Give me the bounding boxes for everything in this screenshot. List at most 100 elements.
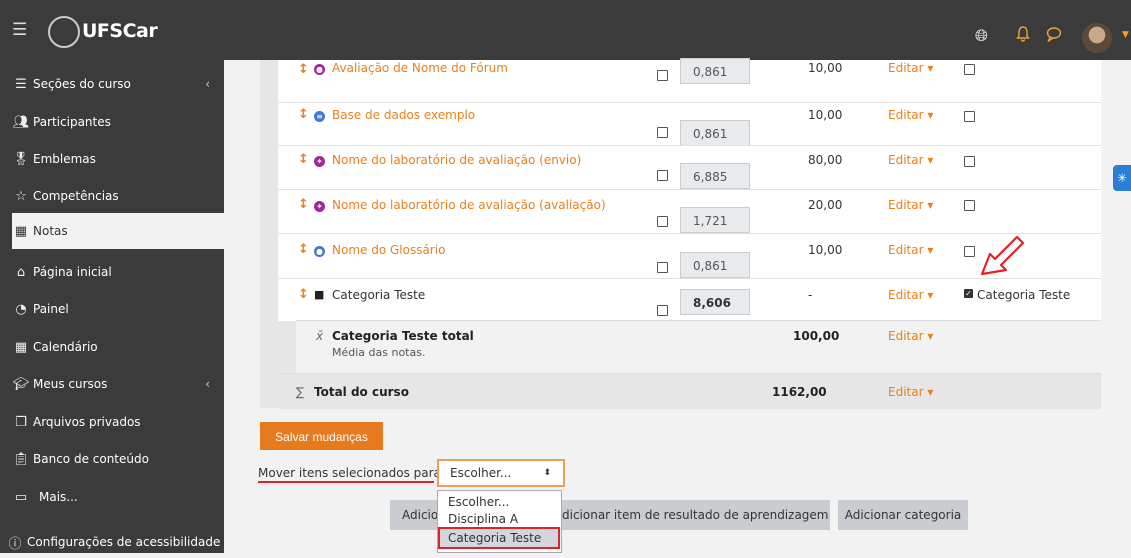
sidebar-item-competencias[interactable]: ☆ Competências xyxy=(12,180,224,212)
sidebar-item-pagina-inicial[interactable]: ⌂ Página inicial xyxy=(12,256,224,288)
category-total-max: 100,00 xyxy=(793,329,840,343)
sidebar-item-arquivos[interactable]: ❐ Arquivos privados xyxy=(12,406,224,438)
chevron-left-icon[interactable]: ‹ xyxy=(205,377,210,391)
files-icon: ❐ xyxy=(15,414,27,430)
sidebar-item-banco[interactable]: 📋︎ Banco de conteúdo xyxy=(12,443,224,475)
glossary-icon: ● xyxy=(314,246,325,257)
select-item-checkbox[interactable] xyxy=(964,156,975,167)
gauge-icon: ◔ xyxy=(15,301,27,317)
select-category-label: Categoria Teste xyxy=(977,288,1071,302)
weight-override-checkbox[interactable] xyxy=(657,170,668,181)
add-category-button[interactable]: Adicionar categoria xyxy=(838,500,968,530)
select-arrows-icon: ⬍ xyxy=(543,468,551,478)
accessibility-widget-icon[interactable]: ✳ xyxy=(1113,165,1131,191)
forum-icon: ● xyxy=(314,64,325,75)
option-escolher[interactable]: Escolher... xyxy=(448,495,509,509)
weight-input[interactable]: 0,861 xyxy=(680,120,750,146)
weight-override-checkbox[interactable] xyxy=(657,70,668,81)
sidebar-item-label: Participantes xyxy=(33,115,111,129)
sidebar-item-calendario[interactable]: ▦ Calendário xyxy=(12,331,224,363)
user-avatar[interactable] xyxy=(1082,23,1112,53)
sidebar-item-label: Meus cursos xyxy=(33,377,108,391)
option-categoria-teste[interactable]: Categoria Teste xyxy=(448,531,541,545)
select-item-checkbox[interactable] xyxy=(964,111,975,122)
move-icon[interactable]: ↕ xyxy=(298,197,309,212)
database-icon: ≡ xyxy=(314,111,325,122)
move-target-select[interactable]: Escolher... ⬍ xyxy=(437,459,565,487)
logo-text: UFSCar xyxy=(82,20,158,42)
weight-override-checkbox[interactable] xyxy=(657,127,668,138)
language-globe-icon[interactable]: 🌐︎ xyxy=(975,26,988,46)
item-name-link[interactable]: Nome do laboratório de avaliação (envio) xyxy=(332,153,581,167)
move-icon[interactable]: ↕ xyxy=(298,107,309,122)
sidebar-item-label: Seções do curso xyxy=(33,77,131,91)
category-total-aggregation: Média das notas. xyxy=(332,346,426,359)
max-grade: 10,00 xyxy=(808,108,843,122)
move-icon[interactable]: ↕ xyxy=(298,287,309,302)
edit-menu[interactable]: Editar ▾ xyxy=(888,153,933,167)
weight-input[interactable]: 1,721 xyxy=(680,207,750,233)
sidebar-item-mais[interactable]: ▭ Mais... xyxy=(12,481,224,513)
edit-menu[interactable]: Editar ▾ xyxy=(888,329,933,343)
weight-override-checkbox[interactable] xyxy=(657,216,668,227)
table-row: ↕ ● Avaliação de Nome do Fórum 0,861 10,… xyxy=(278,58,1101,102)
chevron-left-icon[interactable]: ‹ xyxy=(205,77,210,91)
workshop-icon: ✦ xyxy=(314,201,325,212)
weight-input[interactable]: 0,861 xyxy=(680,58,750,84)
sidebar-item-notas[interactable]: ▦ Notas xyxy=(12,213,224,249)
edit-menu[interactable]: Editar ▾ xyxy=(888,288,933,302)
course-total-row: ∑ Total do curso 1162,00 Editar ▾ xyxy=(278,373,1101,409)
edit-menu[interactable]: Editar ▾ xyxy=(888,243,933,257)
table-icon: ▦ xyxy=(14,223,28,239)
option-disciplina-a[interactable]: Disciplina A xyxy=(448,512,518,526)
sidebar-item-secoes[interactable]: ☰ Seções do curso ‹ xyxy=(12,68,224,100)
item-name-link[interactable]: Nome do Glossário xyxy=(332,243,445,257)
select-item-checkbox[interactable] xyxy=(964,64,975,75)
sidebar-item-label: Configurações de acessibilidade xyxy=(27,535,221,549)
user-menu-caret-icon[interactable]: ▼ xyxy=(1122,30,1129,40)
item-name-link[interactable]: Avaliação de Nome do Fórum xyxy=(332,61,508,75)
save-changes-button[interactable]: Salvar mudanças xyxy=(260,422,383,450)
home-icon: ⌂ xyxy=(16,264,26,280)
star-icon: ☆ xyxy=(15,188,27,204)
max-grade: 10,00 xyxy=(808,243,843,257)
weight-override-checkbox[interactable] xyxy=(657,305,668,316)
folder-icon: ▭ xyxy=(14,489,28,505)
weight-input[interactable]: 8,606 xyxy=(680,289,750,315)
sidebar-item-acessibilidade[interactable]: ⓘ Configurações de acessibilidade xyxy=(6,526,224,558)
select-category-checkbox-checked[interactable]: ✓ xyxy=(964,289,973,298)
sidebar-item-painel[interactable]: ◔ Painel xyxy=(12,293,224,325)
select-item-checkbox[interactable] xyxy=(964,246,975,257)
weight-input[interactable]: 6,885 xyxy=(680,163,750,189)
course-total-max: 1162,00 xyxy=(772,385,827,399)
move-icon[interactable]: ↕ xyxy=(298,242,309,257)
weight-override-checkbox[interactable] xyxy=(657,262,668,273)
sidebar-item-emblemas[interactable]: 🎖︎ Emblemas xyxy=(12,143,224,175)
gradebook-setup-table: ↕ ● Avaliação de Nome do Fórum 0,861 10,… xyxy=(260,58,1101,409)
item-name-link[interactable]: Nome do laboratório de avaliação (avalia… xyxy=(332,198,606,212)
hamburger-icon[interactable]: ☰ xyxy=(12,20,27,40)
add-outcome-item-button[interactable]: dicionar item de resultado de aprendizag… xyxy=(548,500,830,530)
move-icon[interactable]: ↕ xyxy=(298,62,309,77)
messages-icon[interactable] xyxy=(1046,26,1062,46)
move-icon[interactable]: ↕ xyxy=(298,152,309,167)
edit-menu[interactable]: Editar ▾ xyxy=(888,385,933,399)
sidebar-item-meus-cursos[interactable]: 🎓︎ Meus cursos ‹ xyxy=(12,368,224,400)
max-grade: 10,00 xyxy=(808,61,843,75)
edit-menu[interactable]: Editar ▾ xyxy=(888,61,933,75)
ufscar-logo[interactable]: UFSCar xyxy=(42,8,172,52)
sidebar-item-participantes[interactable]: 👥︎ Participantes xyxy=(12,106,224,138)
edit-menu[interactable]: Editar ▾ xyxy=(888,108,933,122)
sum-icon: ∑ xyxy=(296,385,305,399)
course-sidebar: ☰ Seções do curso ‹ 👥︎ Participantes 🎖︎ … xyxy=(0,60,224,553)
sidebar-item-label: Mais... xyxy=(39,490,78,504)
select-item-checkbox[interactable] xyxy=(964,200,975,211)
item-name-link[interactable]: Base de dados exemplo xyxy=(332,108,475,122)
notification-bell-icon[interactable] xyxy=(1016,26,1030,46)
item-name: Categoria Teste xyxy=(332,288,426,302)
weight-input[interactable]: 0,861 xyxy=(680,252,750,278)
max-grade: - xyxy=(808,288,813,302)
sidebar-item-label: Arquivos privados xyxy=(33,415,141,429)
folder-icon: ■ xyxy=(314,288,325,301)
edit-menu[interactable]: Editar ▾ xyxy=(888,198,933,212)
